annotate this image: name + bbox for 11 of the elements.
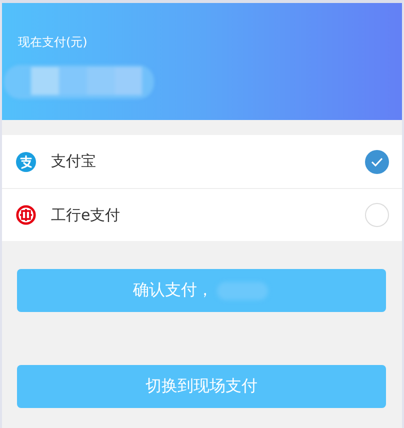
radio-button[interactable]: [365, 203, 389, 227]
switch-payment-button[interactable]: 切换到现场支付: [17, 365, 386, 408]
payment-logo-icon: [16, 152, 36, 172]
radio-button[interactable]: [365, 150, 389, 174]
payment-method-name: 工行e支付: [51, 206, 120, 224]
amount-label: 现在支付(元): [18, 34, 88, 51]
check-icon: [371, 156, 383, 166]
confirm-button[interactable]: 确认支付，: [17, 269, 386, 312]
bank-logo-icon: [16, 205, 36, 225]
payment-method-name: 支付宝: [51, 152, 96, 170]
blurred-amount: [215, 280, 270, 302]
